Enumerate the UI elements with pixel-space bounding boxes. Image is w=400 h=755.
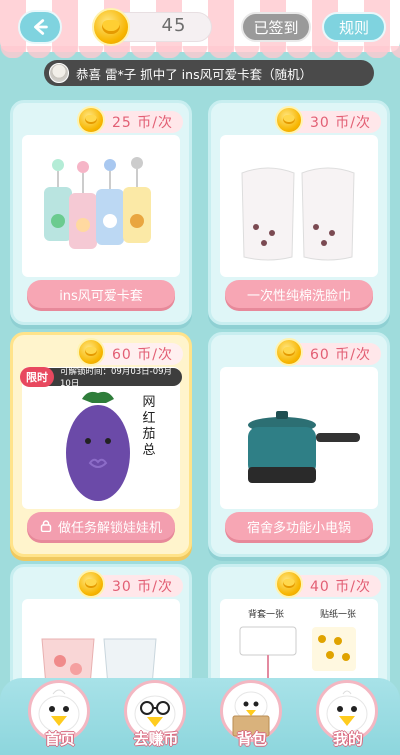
back-button[interactable]	[18, 10, 62, 44]
lock-icon	[40, 520, 52, 532]
claw-machine-grid: 25 币/次 ins风可爱卡套 30 币/次 一次性纯棉洗脸巾 60 币/次 限…	[0, 94, 400, 755]
coin-icon	[275, 106, 303, 134]
machine-name: 一次性纯棉洗脸巾	[225, 280, 373, 308]
product-label-b: 贴纸一张	[320, 610, 357, 620]
nav-bag-label: 背包	[236, 730, 267, 748]
coin-icon	[92, 8, 130, 46]
ticker-text: 恭喜 雷*子 抓中了 ins风可爱卡套（随机）	[76, 66, 313, 82]
machine-card-eggplant-plush[interactable]: 60 币/次 限时 可解锁时间：09月03日-09月10日 网红茄总 做任务解锁…	[10, 332, 192, 557]
coin-icon	[77, 106, 105, 134]
coin-balance: 45	[161, 15, 187, 36]
limited-time-badge: 限时	[20, 367, 54, 387]
product-image	[220, 135, 378, 277]
bottom-nav: 首页 去赚币 背包 我的	[0, 678, 400, 755]
product-image	[220, 367, 378, 509]
machine-name: 宿舍多功能小电锅	[225, 512, 373, 540]
machine-name: ins风可爱卡套	[27, 280, 175, 308]
signed-in-button[interactable]: 已签到	[241, 12, 311, 42]
nav-bag[interactable]: 背包	[212, 678, 288, 755]
machine-card-cardholder[interactable]: 25 币/次 ins风可爱卡套	[10, 100, 192, 325]
nav-home-label: 首页	[44, 730, 75, 748]
nav-home[interactable]: 首页	[20, 678, 96, 755]
product-label-a: 背套一张	[248, 610, 285, 620]
machine-card-face-towel[interactable]: 30 币/次 一次性纯棉洗脸巾	[208, 100, 390, 325]
coin-icon	[77, 338, 105, 366]
coin-icon	[77, 570, 105, 598]
coin-icon	[275, 338, 303, 366]
coin-icon	[275, 570, 303, 598]
unlock-time-bar: 限时 可解锁时间：09月03日-09月10日	[20, 367, 182, 389]
machine-name-locked: 做任务解锁娃娃机	[27, 512, 175, 540]
back-arrow-icon	[34, 19, 48, 35]
plush-label: 网红茄总	[142, 395, 156, 458]
nav-mine[interactable]: 我的	[308, 678, 384, 755]
machine-name: 做任务解锁娃娃机	[57, 520, 162, 536]
nav-earn-label: 去赚币	[133, 730, 179, 748]
nav-mine-label: 我的	[332, 730, 363, 748]
unlock-time-text: 可解锁时间：09月03日-09月10日	[60, 367, 173, 389]
winner-ticker: 恭喜 雷*子 抓中了 ins风可爱卡套（随机）	[44, 60, 374, 86]
avatar-icon	[49, 63, 69, 83]
product-image	[22, 135, 180, 277]
nav-earn[interactable]: 去赚币	[116, 678, 192, 755]
machine-card-mini-pot[interactable]: 60 币/次 宿舍多功能小电锅	[208, 332, 390, 557]
rules-button[interactable]: 规则	[322, 12, 386, 42]
